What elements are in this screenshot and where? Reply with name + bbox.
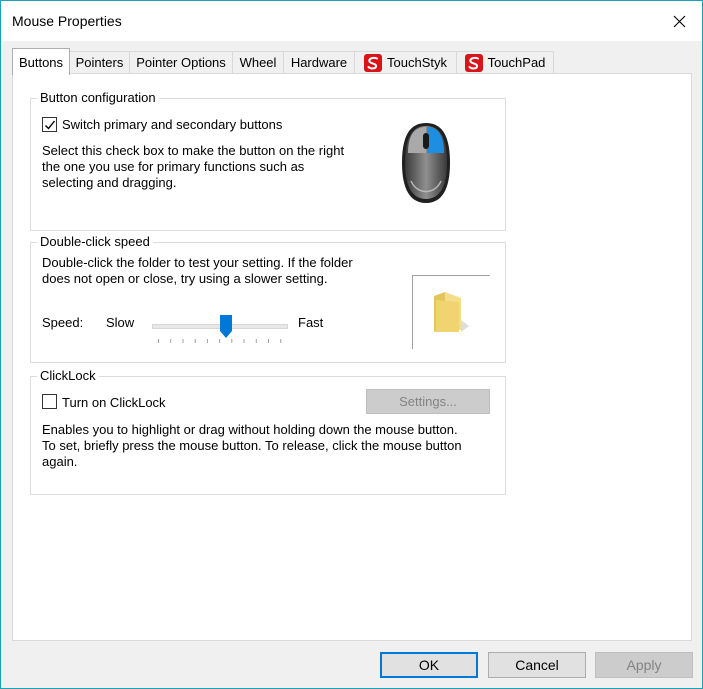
tab-label: Pointers [75,55,124,70]
tab-pointers[interactable]: Pointers [69,51,130,73]
title-bar: Mouse Properties [1,1,702,41]
clicklock-checkbox[interactable] [42,394,57,409]
folder-test-area[interactable] [412,275,490,349]
tab-label: Pointer Options [136,55,226,70]
slow-label: Slow [106,315,135,330]
button-config-desc-line: Select this check box to make the button… [42,143,345,158]
tab-label: Wheel [239,55,277,70]
checkmark-icon [45,120,56,130]
switch-buttons-checkbox[interactable] [42,117,57,132]
synaptics-icon [464,53,483,72]
clicklock-desc-line: To set, briefly press the mouse button. … [42,438,462,453]
button-config-desc-line: the one you use for primary functions su… [42,159,305,174]
slider-ticks [158,339,282,343]
speed-slider-thumb[interactable] [219,315,233,339]
close-icon [673,15,685,27]
fast-label: Fast [298,315,324,330]
tab-panel-buttons: Button configuration Switch primary and … [12,73,692,641]
tab-label: TouchStyk [387,55,447,70]
clicklock-desc-line: again. [42,454,78,469]
mouse-icon [402,123,450,203]
group-label: Button configuration [37,90,159,105]
tab-label: Buttons [18,54,64,70]
close-button[interactable] [656,1,702,41]
synaptics-icon [364,53,382,72]
button-configuration-group: Button configuration Switch primary and … [30,90,506,231]
cancel-button[interactable]: Cancel [488,652,586,678]
group-label: Double-click speed [37,234,153,249]
clicklock-label[interactable]: Turn on ClickLock [62,395,166,411]
switch-buttons-label[interactable]: Switch primary and secondary buttons [62,117,282,133]
window-title: Mouse Properties [12,13,122,29]
clicklock-group: ClickLock Turn on ClickLock Settings... … [30,368,506,495]
ok-button[interactable]: OK [380,652,478,678]
button-config-desc-line: selecting and dragging. [42,175,177,190]
tab-pointer-options[interactable]: Pointer Options [129,51,233,73]
tab-touchstyk[interactable]: TouchStyk [354,51,457,73]
mouse-properties-window: Mouse Properties Buttons Pointers Pointe… [0,0,703,689]
clicklock-desc-line: Enables you to highlight or drag without… [42,422,458,437]
group-label: ClickLock [37,368,99,383]
tab-label: Hardware [290,55,348,70]
tab-wheel[interactable]: Wheel [232,51,284,73]
tab-buttons[interactable]: Buttons [12,48,70,75]
folder-icon[interactable] [431,290,471,334]
double-click-speed-group: Double-click speed Double-click the fold… [30,234,506,363]
speed-label: Speed: [42,315,84,330]
double-click-desc-line: Double-click the folder to test your set… [42,255,353,270]
tab-hardware[interactable]: Hardware [283,51,355,73]
tab-touchpad[interactable]: TouchPad [456,51,554,73]
clicklock-settings-button[interactable]: Settings... [366,389,490,414]
apply-button[interactable]: Apply [595,652,693,678]
tab-label: TouchPad [487,55,546,70]
double-click-desc-line: does not open or close, try using a slow… [42,271,328,286]
